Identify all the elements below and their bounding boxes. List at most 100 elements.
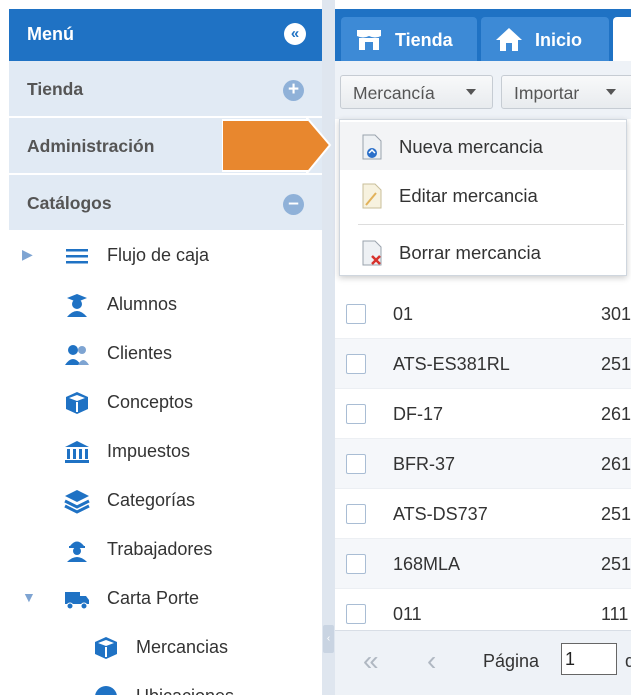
mercancia-menu-button[interactable]: Mercancía bbox=[340, 75, 493, 109]
globe-icon bbox=[95, 686, 117, 695]
list-icon bbox=[66, 249, 88, 264]
sidebar-item-label: Clientes bbox=[107, 343, 173, 363]
sidebar-item-carta-porte[interactable]: ▼ Carta Porte bbox=[9, 575, 322, 624]
store-icon bbox=[357, 30, 381, 50]
tree-expand-arrow-icon[interactable]: ▶ bbox=[22, 246, 33, 263]
new-document-icon bbox=[362, 134, 382, 160]
cell-code: DF-17 bbox=[393, 404, 444, 424]
cell-code: ATS-ES381RL bbox=[393, 354, 510, 374]
sidebar-item-label: Carta Porte bbox=[107, 588, 200, 608]
expand-plus-icon[interactable]: + bbox=[283, 80, 304, 101]
home-icon bbox=[496, 28, 522, 51]
row-checkbox[interactable] bbox=[346, 554, 366, 574]
sidebar-item-label: Impuestos bbox=[107, 441, 191, 461]
menu-item-editar-mercancia[interactable]: Editar mercancia bbox=[340, 171, 626, 219]
table-row[interactable]: ATS-ES381RL 251 bbox=[335, 339, 631, 389]
cell-code: 168MLA bbox=[393, 554, 461, 574]
cell-code: ATS-DS737 bbox=[393, 504, 488, 524]
row-checkbox[interactable] bbox=[346, 354, 366, 374]
sidebar-section-label: Administración bbox=[27, 136, 155, 156]
cell-value: 261 bbox=[601, 454, 631, 474]
tab-label: Inicio bbox=[535, 30, 583, 50]
cell-code: 01 bbox=[393, 304, 414, 324]
double-chevron-left-icon[interactable]: « bbox=[284, 23, 306, 45]
sidebar-item-clientes[interactable]: Clientes bbox=[9, 330, 322, 379]
sidebar-item-categorias[interactable]: Categorías bbox=[9, 477, 322, 526]
row-checkbox[interactable] bbox=[346, 454, 366, 474]
cell-code: BFR-37 bbox=[393, 454, 456, 474]
row-checkbox[interactable] bbox=[346, 304, 366, 324]
sidebar-item-trabajadores[interactable]: Trabajadores bbox=[9, 526, 322, 575]
worker-icon bbox=[67, 541, 87, 562]
row-checkbox[interactable] bbox=[346, 404, 366, 424]
importar-menu-button[interactable]: Importar bbox=[501, 75, 631, 109]
bank-icon bbox=[65, 441, 89, 463]
student-icon bbox=[67, 294, 87, 317]
tree-collapse-arrow-icon[interactable]: ▼ bbox=[22, 589, 36, 605]
cell-value: 251 bbox=[601, 504, 631, 524]
table-row[interactable]: 168MLA 251 bbox=[335, 539, 631, 589]
sidebar-item-label: Alumnos bbox=[107, 294, 178, 314]
sidebar-item-flujo-de-caja[interactable]: ▶ Flujo de caja bbox=[9, 232, 322, 281]
cell-value: 251 bbox=[601, 554, 631, 574]
sidebar-header: Menú « bbox=[9, 9, 322, 61]
mercancia-dropdown-menu: Nueva mercancia Editar mercancia Borrar … bbox=[339, 119, 627, 276]
sidebar-item-label: Conceptos bbox=[107, 392, 194, 412]
sidebar-item-label: Flujo de caja bbox=[107, 245, 210, 265]
row-checkbox[interactable] bbox=[346, 504, 366, 524]
tab-active-partial[interactable] bbox=[613, 17, 631, 61]
collapse-minus-icon[interactable]: – bbox=[283, 194, 304, 215]
menu-item-label: Borrar mercancia bbox=[399, 242, 541, 263]
table-row[interactable]: ATS-DS737 251 bbox=[335, 489, 631, 539]
chevron-down-icon bbox=[606, 89, 616, 95]
tab-label: Tienda bbox=[395, 30, 453, 50]
sidebar-item-conceptos[interactable]: Conceptos bbox=[9, 379, 322, 428]
tab-tienda[interactable]: Tienda bbox=[341, 17, 477, 61]
row-checkbox[interactable] bbox=[346, 604, 366, 624]
cell-value: 261 bbox=[601, 404, 631, 424]
box-icon bbox=[66, 392, 88, 414]
users-icon bbox=[65, 345, 89, 365]
table-row[interactable]: DF-17 261 bbox=[335, 389, 631, 439]
first-page-icon[interactable]: « bbox=[363, 645, 379, 677]
tab-inicio[interactable]: Inicio bbox=[481, 17, 609, 61]
collapse-left-icon[interactable]: ‹ bbox=[323, 625, 334, 653]
menu-item-nueva-mercancia[interactable]: Nueva mercancia bbox=[340, 122, 626, 170]
panel-splitter[interactable]: ‹ bbox=[322, 0, 335, 695]
sidebar-item-alumnos[interactable]: Alumnos bbox=[9, 281, 322, 330]
page-number-input[interactable] bbox=[561, 643, 617, 675]
pager: « ‹ Página d bbox=[335, 630, 631, 695]
menu-item-label: Editar mercancia bbox=[399, 185, 538, 206]
sidebar-section-tienda[interactable]: Tienda + bbox=[9, 61, 322, 117]
sidebar-item-label: Trabajadores bbox=[107, 539, 213, 559]
menu-item-borrar-mercancia[interactable]: Borrar mercancia bbox=[340, 228, 626, 276]
sidebar-item-impuestos[interactable]: Impuestos bbox=[9, 428, 322, 477]
page-of-label: d bbox=[625, 651, 631, 671]
table-row[interactable]: 01 301 bbox=[335, 289, 631, 339]
menu-item-label: Nueva mercancia bbox=[399, 136, 543, 157]
sidebar-item-label: Categorías bbox=[107, 490, 196, 510]
sidebar-title: Menú bbox=[27, 24, 74, 44]
edit-document-icon bbox=[362, 183, 382, 209]
cell-value: 301 bbox=[601, 304, 631, 324]
importar-button-label: Importar bbox=[514, 83, 580, 103]
sidebar-item-mercancias[interactable]: Mercancias bbox=[9, 624, 322, 673]
sidebar-section-label: Catálogos bbox=[27, 193, 112, 213]
sidebar-item-label: Mercancias bbox=[136, 637, 229, 657]
menu-separator bbox=[358, 224, 624, 225]
cell-value: 251 bbox=[601, 354, 631, 374]
mercancia-button-label: Mercancía bbox=[353, 83, 435, 103]
sidebar-item-ubicaciones[interactable]: Ubicaciones bbox=[9, 673, 322, 695]
truck-icon bbox=[65, 592, 89, 610]
previous-page-icon[interactable]: ‹ bbox=[427, 645, 436, 677]
chevron-down-icon bbox=[466, 89, 476, 95]
tab-bar: Tienda Inicio bbox=[335, 9, 631, 61]
sidebar-section-label: Tienda bbox=[27, 79, 84, 99]
toolbar: Mercancía Importar bbox=[335, 61, 631, 119]
sidebar: Menú « Tienda + Administración Catálogos… bbox=[9, 9, 322, 695]
table-row[interactable]: BFR-37 261 bbox=[335, 439, 631, 489]
sidebar-section-catalogos[interactable]: Catálogos – bbox=[9, 175, 322, 231]
layers-icon bbox=[64, 490, 90, 514]
sidebar-item-label: Ubicaciones bbox=[136, 686, 234, 695]
cell-value: 111 bbox=[601, 604, 629, 624]
